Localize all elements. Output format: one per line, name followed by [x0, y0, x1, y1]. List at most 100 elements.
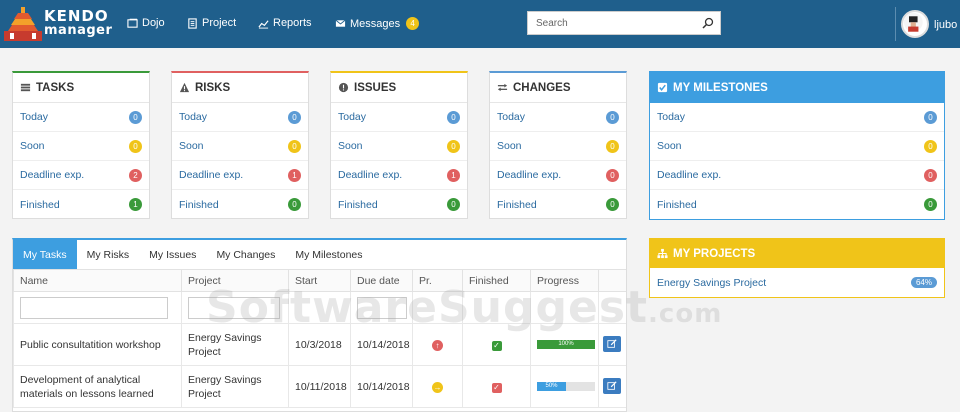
col-project-header[interactable]: Project — [181, 269, 289, 292]
col-priority-header[interactable]: Pr. — [412, 269, 463, 292]
issues-card: ISSUES Today 0 Soon 0 Deadline exp. 1 Finis… — [330, 71, 468, 219]
issues-deadline-row[interactable]: Deadline exp. 1 — [331, 161, 467, 190]
changes-card-header: CHANGES — [490, 73, 626, 103]
search-icon[interactable] — [702, 17, 714, 29]
nav-dojo[interactable]: Dojo — [127, 17, 165, 29]
milestones-deadline-row[interactable]: Deadline exp. 0 — [650, 161, 944, 190]
milestones-card: MY MILESTONES Today 0 Soon 0 Deadline exp.… — [649, 71, 945, 220]
milestones-finished-row[interactable]: Finished 0 — [650, 190, 944, 219]
risks-title: RISKS — [195, 81, 231, 94]
task-name[interactable]: Public consultatition workshop — [13, 323, 182, 366]
row-label: Finished — [338, 198, 378, 211]
row-label: Today — [338, 111, 367, 123]
task-project: Energy Savings Project — [181, 323, 289, 366]
tab-my-milestones[interactable]: My Milestones — [285, 240, 372, 269]
tasks-table: Name Project Start Due date Pr. Finished… — [13, 269, 626, 408]
col-progress-header[interactable]: Progress — [530, 269, 599, 292]
name-filter-input[interactable] — [20, 296, 169, 319]
task-name[interactable]: Development of analytical materials on l… — [13, 365, 182, 408]
table-row[interactable]: Public consultatition workshop Energy Sa… — [13, 323, 626, 366]
col-start-header[interactable]: Start — [288, 269, 351, 292]
user-avatar[interactable] — [901, 10, 929, 38]
risks-finished-row[interactable]: Finished 0 — [172, 190, 308, 219]
tasks-finished-row[interactable]: Finished 1 — [13, 190, 149, 219]
search-input[interactable] — [528, 12, 688, 34]
project-filter-input[interactable] — [188, 296, 280, 319]
tab-my-issues[interactable]: My Issues — [139, 240, 206, 269]
window-icon — [127, 18, 138, 28]
filter-cell — [288, 291, 351, 324]
changes-finished-row[interactable]: Finished 0 — [490, 190, 626, 219]
milestones-today-row[interactable]: Today 0 — [650, 103, 944, 132]
risks-today-row[interactable]: Today 0 — [172, 103, 308, 132]
task-due: 10/14/2018 — [350, 323, 413, 366]
milestones-card-header: MY MILESTONES — [650, 72, 944, 103]
issues-soon-row[interactable]: Soon 0 — [331, 132, 467, 161]
nav-project[interactable]: Project — [187, 17, 236, 29]
username[interactable]: ljubo — [934, 19, 957, 31]
issues-card-header: ISSUES — [331, 73, 467, 103]
tasks-soon-row[interactable]: Soon 0 — [13, 132, 149, 161]
count-badge: 0 — [288, 139, 301, 153]
count-badge: 0 — [606, 168, 619, 182]
tab-my-changes[interactable]: My Changes — [206, 240, 285, 269]
changes-today-row[interactable]: Today 0 — [490, 103, 626, 132]
row-label: Deadline exp. — [657, 169, 722, 181]
col-name-header[interactable]: Name — [13, 269, 182, 292]
count-badge: 0 — [288, 198, 301, 211]
exchange-icon — [497, 83, 508, 92]
issues-today-row[interactable]: Today 0 — [331, 103, 467, 132]
kendo-manager-logo[interactable]: KENDO manager — [4, 5, 112, 43]
col-finished-header[interactable]: Finished — [462, 269, 531, 292]
milestones-soon-row[interactable]: Soon 0 — [650, 132, 944, 161]
sitemap-icon — [657, 248, 668, 259]
row-label: Soon — [497, 140, 522, 152]
count-badge: 1 — [129, 198, 142, 211]
my-items-panel: My Tasks My Risks My Issues My Changes M… — [12, 238, 627, 412]
row-label: Finished — [179, 198, 219, 211]
task-start: 10/11/2018 — [288, 365, 351, 408]
milestones-title: MY MILESTONES — [673, 81, 768, 94]
tab-my-risks[interactable]: My Risks — [77, 240, 140, 269]
brand-line1: KENDO — [44, 7, 109, 25]
projects-card-header: MY PROJECTS — [650, 239, 944, 268]
risks-deadline-row[interactable]: Deadline exp. 1 — [172, 161, 308, 190]
row-label: Deadline exp. — [497, 169, 562, 181]
projects-title: MY PROJECTS — [673, 247, 756, 260]
tasks-card: TASKS Today 0 Soon 0 Deadline exp. 2 Finish… — [12, 71, 150, 219]
progress-bar: 50% — [537, 382, 595, 391]
table-row[interactable]: Development of analytical materials on l… — [13, 365, 626, 408]
issues-finished-row[interactable]: Finished 0 — [331, 190, 467, 219]
edit-icon — [607, 339, 617, 348]
task-priority-cell: → — [412, 365, 463, 408]
task-finished-cell: ✓ — [462, 365, 531, 408]
task-finished-cell: ✓ — [462, 323, 531, 366]
edit-button[interactable] — [603, 336, 621, 352]
tasks-deadline-row[interactable]: Deadline exp. 2 — [13, 161, 149, 190]
risks-soon-row[interactable]: Soon 0 — [172, 132, 308, 161]
row-label: Finished — [657, 198, 697, 211]
task-priority-cell: ↑ — [412, 323, 463, 366]
project-item[interactable]: Energy Savings Project 64% — [650, 268, 944, 297]
edit-button[interactable] — [603, 378, 621, 394]
nav-reports[interactable]: Reports — [258, 17, 312, 29]
count-badge: 0 — [924, 168, 937, 182]
task-progress-cell: 50% — [530, 365, 599, 408]
col-due-header[interactable]: Due date — [350, 269, 413, 292]
samurai-avatar-icon — [903, 12, 923, 32]
changes-card: CHANGES Today 0 Soon 0 Deadline exp. 0 Fini… — [489, 71, 627, 219]
nav-messages[interactable]: Messages 4 — [335, 17, 420, 30]
changes-title: CHANGES — [513, 81, 571, 94]
filter-cell — [462, 291, 531, 324]
changes-soon-row[interactable]: Soon 0 — [490, 132, 626, 161]
tasks-today-row[interactable]: Today 0 — [13, 103, 149, 132]
nav-messages-label: Messages — [350, 17, 401, 30]
filter-cell — [181, 291, 289, 324]
due-filter-input[interactable] — [357, 296, 407, 319]
search-box — [527, 11, 721, 35]
tab-my-tasks[interactable]: My Tasks — [13, 240, 77, 269]
changes-deadline-row[interactable]: Deadline exp. 0 — [490, 161, 626, 190]
pagoda-logo-icon — [4, 7, 42, 41]
finished-check-icon: ✓ — [491, 382, 502, 393]
count-badge: 0 — [447, 198, 460, 211]
